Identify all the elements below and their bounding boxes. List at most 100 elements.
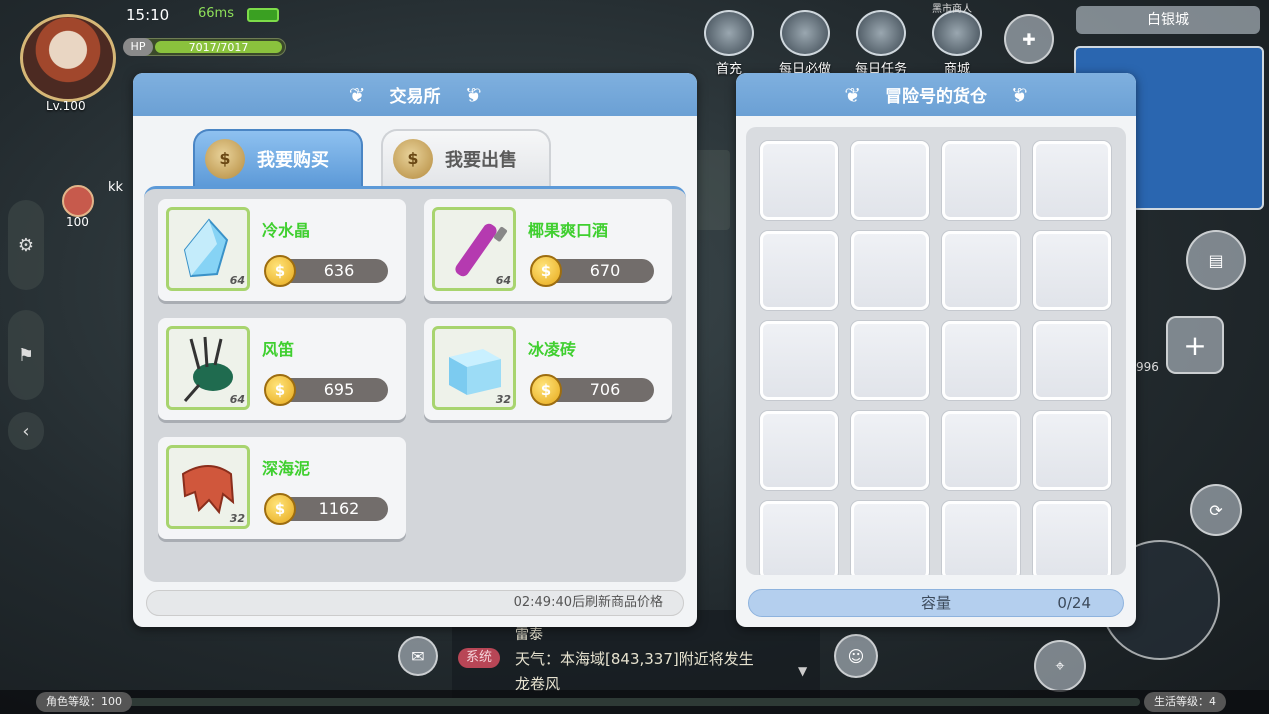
- chat-expand-icon[interactable]: ▼: [798, 664, 807, 678]
- crosshair-icon: ⌖: [1055, 656, 1065, 675]
- wing-right-icon: ❦: [1011, 82, 1028, 107]
- clock-time: 15:10: [126, 6, 170, 24]
- chat-line-previous: 雷泰: [515, 627, 543, 643]
- top-icon-mall[interactable]: 商城: [928, 10, 986, 77]
- octopus-icon: ✚: [1022, 29, 1036, 49]
- item-card-ice-brick[interactable]: 32 冰凌砖 706 $: [424, 318, 672, 420]
- envelope-icon: ✉: [411, 646, 425, 666]
- side-number: 996: [1136, 360, 1159, 374]
- warehouse-slot[interactable]: [942, 231, 1020, 310]
- warehouse-slot[interactable]: [1033, 231, 1111, 310]
- item-image: 32: [166, 445, 250, 529]
- capacity-bar: 容量 0/24: [748, 589, 1124, 617]
- warehouse-slot[interactable]: [1033, 501, 1111, 575]
- exchange-header: ❦ 交易所 ❦: [133, 73, 697, 116]
- tab-sell-label: 我要出售: [445, 149, 517, 171]
- refresh-icon: ⟳: [1209, 500, 1223, 520]
- capacity-value: 0/24: [1057, 594, 1091, 612]
- warehouse-header: ❦ 冒险号的货仓 ❦: [736, 73, 1136, 116]
- warehouse-slot[interactable]: [942, 411, 1020, 490]
- money-bag-icon: $: [393, 138, 433, 179]
- warehouse-slot[interactable]: [760, 411, 838, 490]
- money-bag-icon: $: [205, 138, 245, 179]
- warehouse-slot[interactable]: [942, 321, 1020, 400]
- city-name: 白银城: [1076, 6, 1260, 34]
- pet-name: kk: [108, 180, 124, 195]
- coin-icon: $: [530, 374, 562, 406]
- pet-level: 100: [66, 215, 89, 229]
- warehouse-slot[interactable]: [851, 321, 929, 400]
- item-count: 32: [495, 393, 511, 406]
- top-icon-daily-must[interactable]: 每日必做: [776, 10, 834, 77]
- item-name: 深海泥: [262, 459, 311, 478]
- coin-icon: $: [264, 493, 296, 525]
- warehouse-grid[interactable]: [746, 127, 1126, 575]
- top-icon-first-charge[interactable]: 首充: [700, 10, 758, 77]
- coin-icon: $: [264, 255, 296, 287]
- warehouse-slot[interactable]: [942, 501, 1020, 575]
- swap-button[interactable]: ⟳: [1190, 484, 1242, 536]
- warehouse-slot[interactable]: [1033, 321, 1111, 400]
- item-card-bagpipe[interactable]: 64 风笛 695 $: [158, 318, 406, 420]
- life-level: 生活等级：4: [1144, 692, 1226, 712]
- warehouse-slot[interactable]: [851, 411, 929, 490]
- refresh-timer: 02:49:40后刷新商品价格: [146, 590, 684, 616]
- item-card-deep-sea-mud[interactable]: 32 深海泥 1162 $: [158, 437, 406, 539]
- tab-buy[interactable]: $ 我要购买: [193, 129, 363, 186]
- item-count: 32: [229, 512, 245, 525]
- chat-system-tag: 系统: [458, 648, 501, 668]
- item-name: 椰果爽口酒: [528, 221, 609, 240]
- wing-right-icon: ❦: [464, 82, 482, 107]
- experience-bar: [126, 698, 1140, 706]
- hp-value: 7017/7017: [155, 41, 282, 54]
- item-count: 64: [229, 393, 245, 406]
- book-icon: ▤: [1208, 250, 1224, 270]
- item-image: 64: [432, 207, 516, 291]
- add-friend-button[interactable]: ✚: [1004, 14, 1054, 64]
- plus-icon: +: [1183, 328, 1207, 362]
- item-image: 32: [432, 326, 516, 410]
- item-count: 64: [229, 274, 245, 287]
- role-level: 角色等级：100: [36, 692, 132, 712]
- item-count: 64: [495, 274, 511, 287]
- side-tool-button[interactable]: ⚙: [8, 200, 44, 290]
- warehouse-slot[interactable]: [760, 321, 838, 400]
- warehouse-slot[interactable]: [760, 141, 838, 220]
- tab-buy-label: 我要购买: [257, 149, 329, 171]
- pet-avatar[interactable]: [62, 185, 94, 217]
- plus-button[interactable]: +: [1166, 316, 1224, 374]
- wing-left-icon: ❦: [844, 82, 861, 107]
- warehouse-slot[interactable]: [851, 501, 929, 575]
- wing-left-icon: ❦: [348, 82, 366, 107]
- exchange-title: 交易所: [389, 87, 441, 107]
- collapse-button[interactable]: ‹: [8, 412, 44, 450]
- target-button[interactable]: ⌖: [1034, 640, 1086, 692]
- item-image: 64: [166, 207, 250, 291]
- side-flag-button[interactable]: ⚑: [8, 310, 44, 400]
- hp-bar: HP 7017/7017: [123, 38, 286, 56]
- warehouse-slot[interactable]: [760, 231, 838, 310]
- item-list: 64 冷水晶 636 $ 64 椰果爽口酒 670 $ 64 风笛 695 $ …: [144, 186, 686, 582]
- top-icon-daily-task[interactable]: 每日任务: [852, 10, 910, 77]
- warehouse-slot[interactable]: [1033, 141, 1111, 220]
- book-button[interactable]: ▤: [1186, 230, 1246, 290]
- flag-icon: ⚑: [17, 344, 35, 366]
- player-avatar[interactable]: [20, 14, 116, 102]
- warehouse-slot[interactable]: [851, 141, 929, 220]
- wrench-icon: ⚙: [17, 234, 35, 256]
- warehouse-title: 冒险号的货仓: [885, 87, 987, 107]
- smile-icon: ☺: [847, 646, 865, 666]
- item-card-ice-crystal[interactable]: 64 冷水晶 636 $: [158, 199, 406, 301]
- tab-sell[interactable]: $ 我要出售: [381, 129, 551, 186]
- coin-icon: $: [264, 374, 296, 406]
- warehouse-slot[interactable]: [942, 141, 1020, 220]
- warehouse-slot[interactable]: [1033, 411, 1111, 490]
- emoji-button[interactable]: ☺: [834, 634, 878, 678]
- coin-icon: $: [530, 255, 562, 287]
- item-card-coconut-wine[interactable]: 64 椰果爽口酒 670 $: [424, 199, 672, 301]
- network-ping: 66ms: [198, 6, 234, 21]
- npc-label: 黑市商人: [932, 4, 972, 15]
- warehouse-slot[interactable]: [760, 501, 838, 575]
- mail-button[interactable]: ✉: [398, 636, 438, 676]
- warehouse-slot[interactable]: [851, 231, 929, 310]
